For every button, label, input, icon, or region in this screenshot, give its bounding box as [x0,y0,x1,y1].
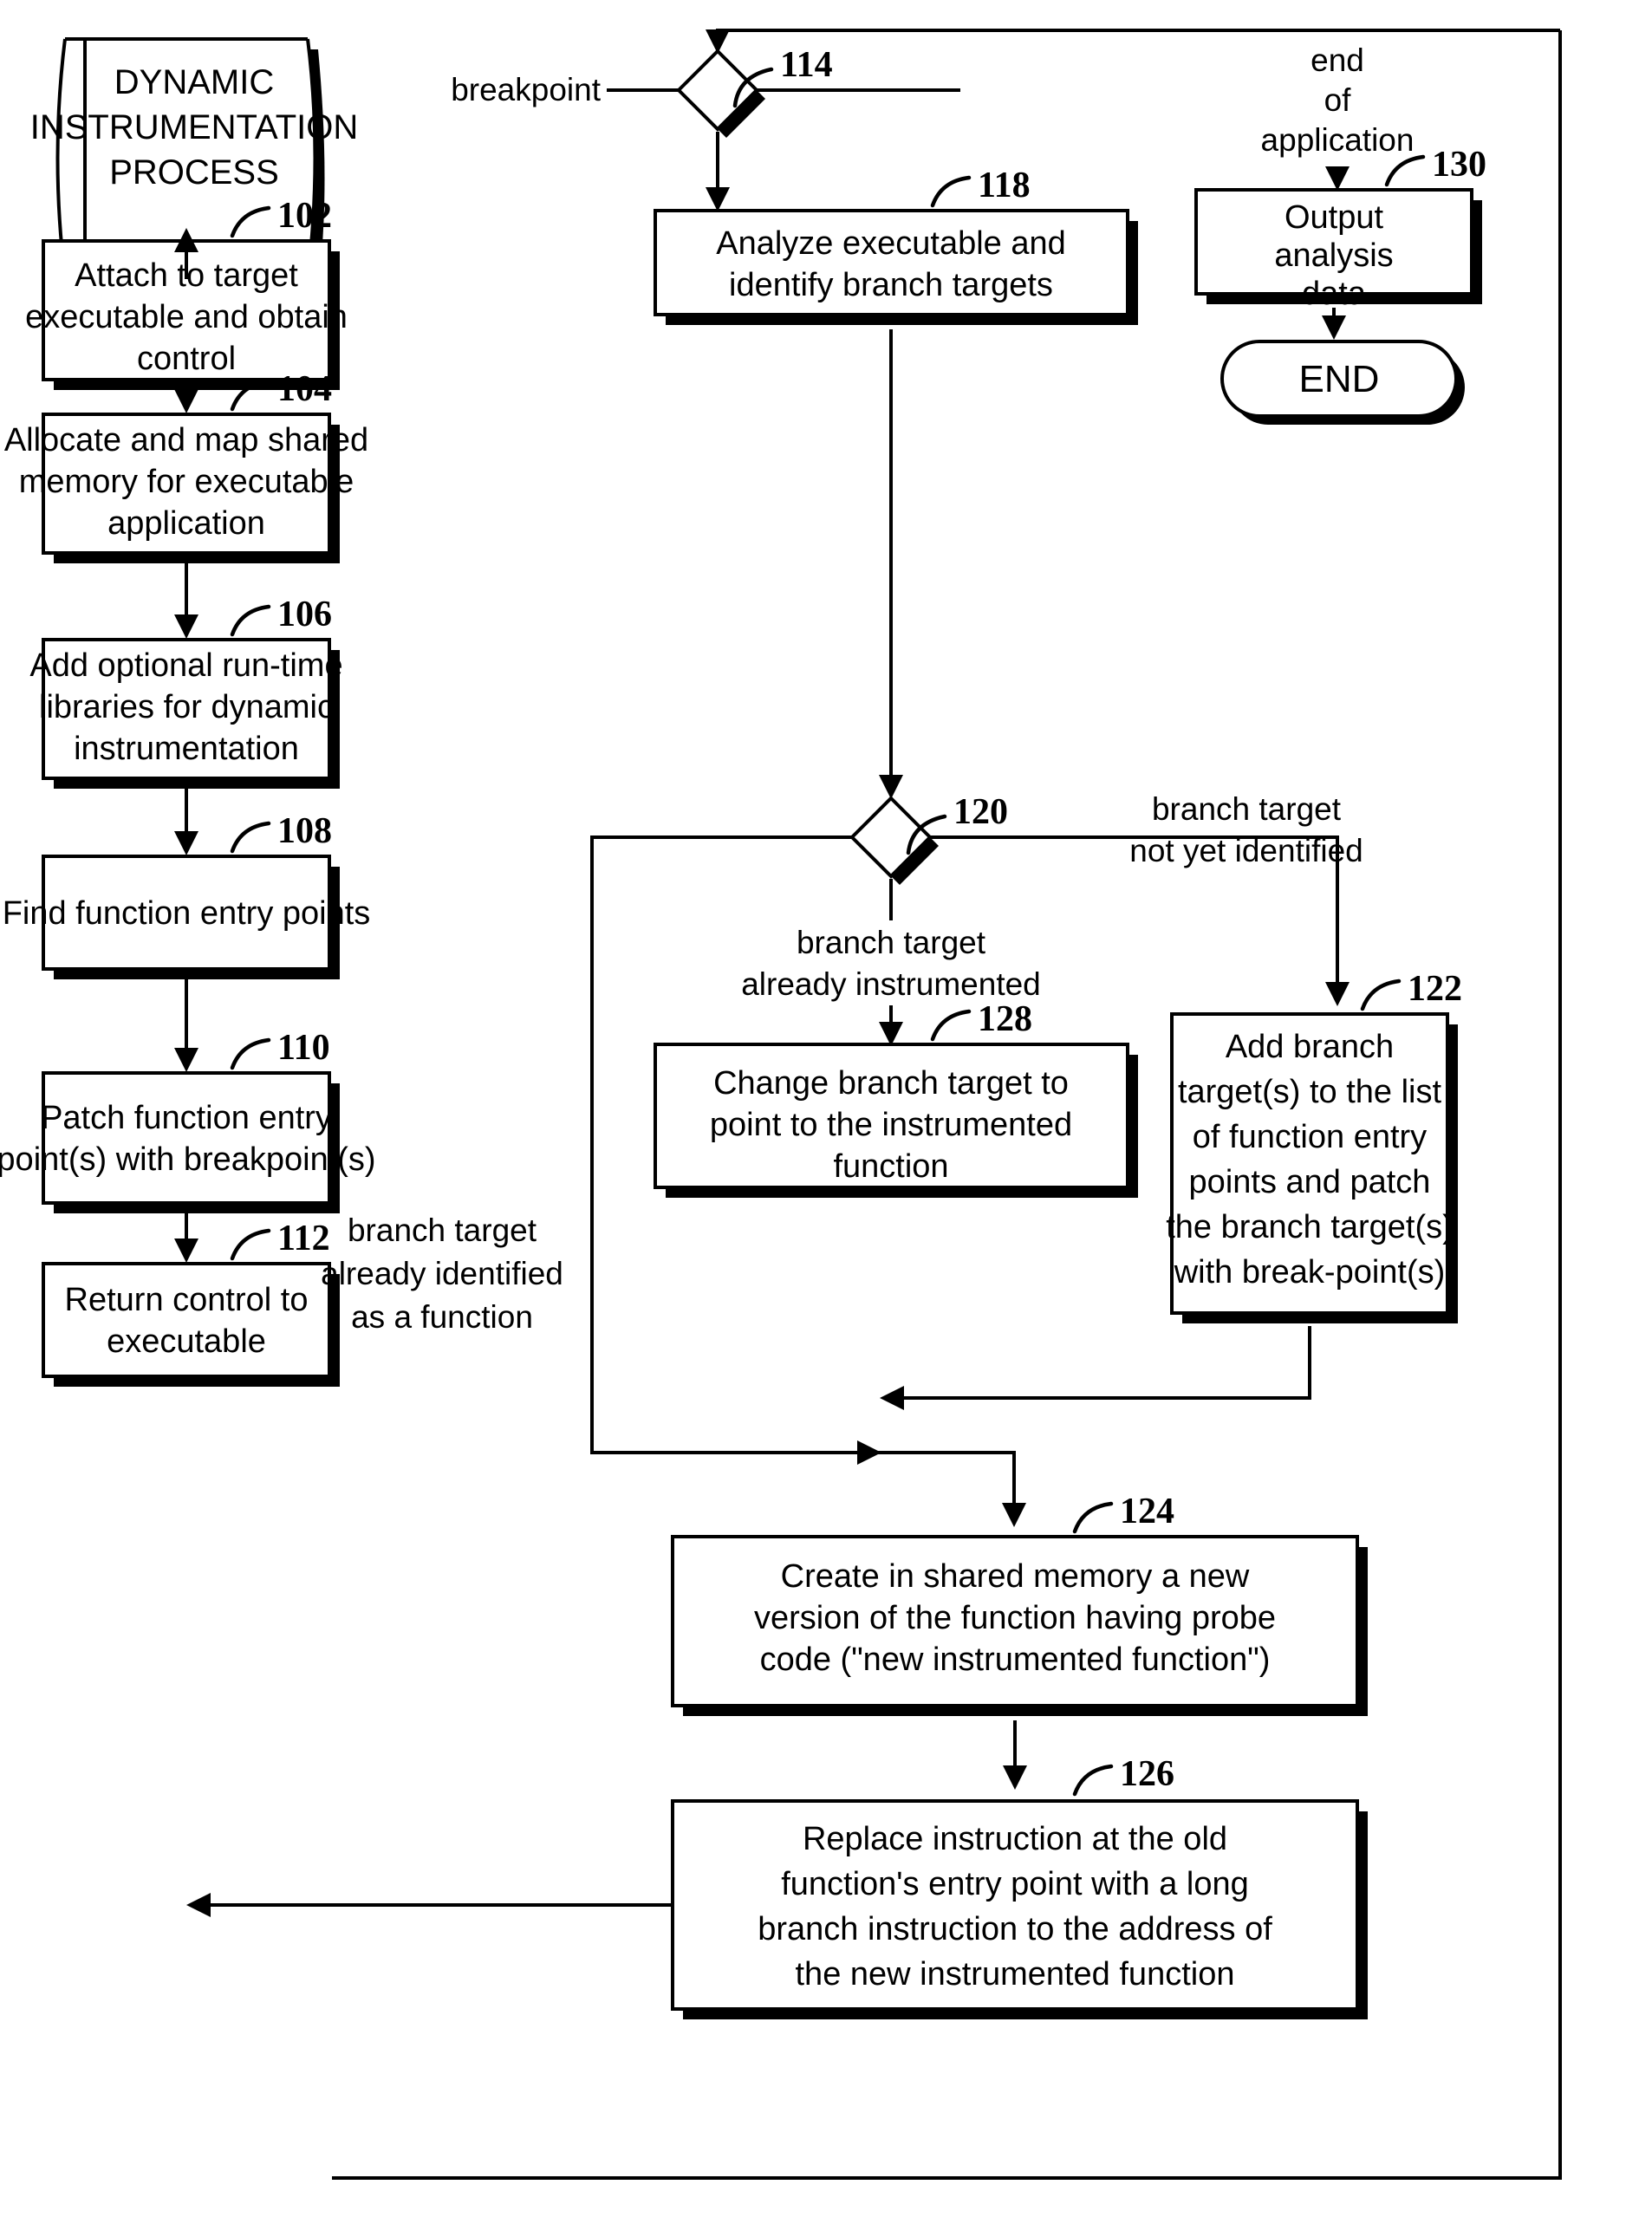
ref-number-124: 124 [1120,1492,1174,1531]
ref-number-126: 126 [1120,1754,1174,1794]
flowchart-canvas: DYNAMIC INSTRUMENTATION PROCESS Attach t… [0,29,1562,2180]
edge-label-end-of-application-line-0: end [1311,42,1364,78]
node-122-line-3: points and patch [1189,1164,1431,1200]
node-122-line-5: with break-point(s) [1174,1254,1446,1291]
node-108-line-0: Find function entry points [3,895,371,932]
edge-label-already-instrumented-line-1: already instrumented [741,966,1041,1002]
node-126-line-3: the new instrumented function [796,1956,1235,1993]
node-124-line-0: Create in shared memory a new [781,1558,1250,1595]
ref-number-128: 128 [978,999,1032,1039]
node-114 [676,49,765,138]
edge-label-not-yet-identified: branch target not yet identified [1129,791,1363,868]
edge-label-already-instrumented-line-0: branch target [797,925,986,960]
node-128-line-1: point to the instrumented [710,1107,1072,1143]
node-104-line-0: Allocate and map shared [4,422,368,458]
ref-number-112: 112 [277,1219,330,1258]
edge-label-breakpoint: breakpoint [451,72,602,107]
node-106-line-2: instrumentation [74,731,299,767]
ref-number-106: 106 [277,595,332,634]
node-130-line-1: analysis [1274,237,1393,274]
edge-label-end-of-application: end of application [1261,42,1415,158]
node-110: Patch function entry point(s) with break… [0,1071,376,1213]
node-126-line-0: Replace instruction at the old [803,1821,1227,1857]
node-124: Create in shared memory a new version of… [671,1535,1368,1716]
ref-number-114: 114 [780,45,833,85]
node-start-line-1: INSTRUMENTATION [30,108,359,146]
ref-leader-108: 108 [230,811,332,854]
edge-label-already-instrumented: branch target already instrumented [741,925,1041,1002]
node-110-line-1: point(s) with breakpoint(s) [0,1141,376,1178]
edge-label-end-of-application-line-2: application [1261,122,1415,158]
edge-label-already-identified-line-2: as a function [351,1299,533,1335]
node-122-line-1: target(s) to the list [1178,1074,1442,1110]
node-130: Output analysis data [1194,188,1482,312]
node-108: Find function entry points [3,855,371,979]
ref-number-102: 102 [277,196,332,236]
node-112-line-0: Return control to [65,1282,309,1318]
ref-leader-112: 112 [230,1219,330,1261]
node-112-line-1: executable [107,1323,266,1360]
node-120 [849,796,939,885]
node-118-line-0: Analyze executable and [716,225,1066,262]
node-126: Replace instruction at the old function'… [671,1799,1368,2019]
ref-leader-128: 128 [930,999,1032,1042]
node-118: Analyze executable and identify branch t… [654,209,1138,325]
node-122: Add branch target(s) to the list of func… [1166,1012,1458,1323]
ref-leader-126: 126 [1072,1754,1174,1797]
node-124-line-1: version of the function having probe [754,1600,1276,1636]
ref-number-110: 110 [277,1028,330,1068]
node-110-line-0: Patch function entry [41,1100,332,1136]
ref-number-130: 130 [1432,145,1486,185]
ref-number-120: 120 [953,792,1008,832]
edge-label-not-yet-identified-line-1: not yet identified [1129,833,1363,868]
node-126-line-2: branch instruction to the address of [758,1911,1272,1947]
node-128-line-2: function [833,1148,948,1185]
node-104-line-1: memory for executable [19,464,354,500]
node-112: Return control to executable [42,1262,340,1387]
node-106: Add optional run-time libraries for dyna… [29,638,343,789]
connector-return-to-114 [706,29,1560,54]
ref-number-108: 108 [277,811,332,851]
node-end-label: END [1299,358,1380,400]
edge-label-not-yet-identified-line-0: branch target [1152,791,1342,827]
node-122-line-2: of function entry [1193,1119,1427,1155]
node-118-line-1: identify branch targets [729,267,1053,303]
node-130-line-0: Output [1285,199,1384,236]
ref-leader-122: 122 [1360,969,1462,1011]
ref-number-122: 122 [1408,969,1462,1009]
edge-label-already-identified: branch target already identified as a fu… [321,1213,563,1335]
node-122-line-0: Add branch [1226,1029,1394,1065]
ref-leader-118: 118 [930,166,1031,208]
node-104: Allocate and map shared memory for execu… [4,413,368,563]
node-106-line-1: libraries for dynamic [39,689,334,725]
node-122-line-4: the branch target(s) [1166,1209,1454,1245]
ref-leader-110: 110 [230,1028,330,1070]
flowchart-diagram: DYNAMIC INSTRUMENTATION PROCESS Attach t… [0,0,1652,2217]
node-end: END [1220,340,1465,425]
node-102-line-2: control [137,341,236,377]
node-130-line-2: data [1302,276,1367,312]
connector-122-to-merge [880,1326,1311,1410]
node-128-line-0: Change branch target to [713,1065,1069,1102]
node-128: Change branch target to point to the ins… [654,1043,1138,1198]
ref-number-104: 104 [277,369,332,409]
node-102-line-1: executable and obtain [25,299,348,335]
node-start-line-0: DYNAMIC [114,63,274,101]
node-104-line-2: application [107,505,265,542]
ref-leader-106: 106 [230,595,332,637]
edge-label-end-of-application-line-1: of [1324,82,1352,118]
ref-number-118: 118 [978,166,1031,205]
edge-label-breakpoint-group: breakpoint [451,72,679,107]
node-start-line-2: PROCESS [109,153,279,192]
edge-label-already-identified-line-0: branch target [348,1213,537,1248]
connector-merge-to-124 [875,1451,1026,1527]
edge-label-already-identified-line-1: already identified [321,1256,563,1291]
node-126-line-1: function's entry point with a long [781,1866,1249,1902]
node-106-line-0: Add optional run-time [29,647,342,684]
ref-leader-124: 124 [1072,1492,1174,1534]
node-124-line-2: code ("new instrumented function") [760,1642,1271,1678]
